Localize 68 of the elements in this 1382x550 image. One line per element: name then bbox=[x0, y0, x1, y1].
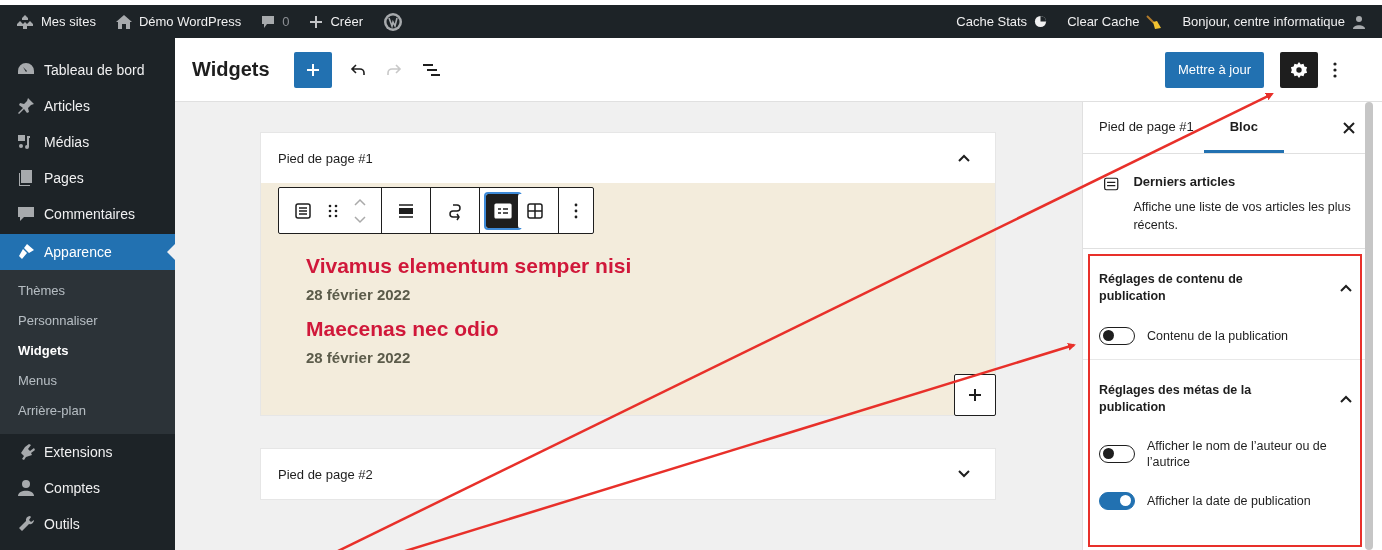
broom-icon bbox=[1146, 13, 1163, 30]
sidebar-item[interactable]: Comptes bbox=[0, 470, 175, 506]
sidebar-item[interactable]: Tableau de bord bbox=[0, 52, 175, 88]
toggle-switch[interactable] bbox=[1099, 492, 1135, 510]
submenu-item[interactable]: Widgets bbox=[0, 336, 175, 366]
admin-bar-link[interactable]: Bonjour, centre informatique bbox=[1182, 14, 1366, 29]
chevron-icon[interactable] bbox=[1339, 394, 1353, 404]
submenu-item[interactable]: Menus bbox=[0, 366, 175, 396]
post-date: 28 février 2022 bbox=[306, 349, 411, 366]
grid-icon bbox=[525, 200, 545, 221]
toggle-switch[interactable] bbox=[1099, 327, 1135, 345]
toggle-switch[interactable] bbox=[1099, 445, 1135, 463]
submenu-item[interactable]: Arrière-plan bbox=[0, 396, 175, 426]
user-icon bbox=[1352, 14, 1366, 29]
more-options-icon[interactable] bbox=[1332, 60, 1338, 79]
sites-icon bbox=[16, 14, 34, 29]
add-block-button[interactable] bbox=[954, 374, 996, 416]
post-title-link[interactable]: Maecenas nec odio bbox=[306, 317, 499, 341]
panel-tab[interactable]: Pied de page #1 bbox=[1089, 102, 1204, 153]
comment-icon bbox=[16, 204, 36, 224]
post-date: 28 février 2022 bbox=[306, 286, 411, 303]
chevron-icon[interactable] bbox=[1339, 283, 1353, 293]
update-button[interactable]: Mettre à jour bbox=[1165, 51, 1264, 88]
scrollbar[interactable] bbox=[1365, 102, 1373, 550]
admin-bar-link[interactable]: Créer bbox=[309, 14, 363, 29]
page-title: Widgets bbox=[192, 58, 270, 81]
admin-bar-link[interactable]: Mes sites bbox=[16, 14, 96, 29]
section-title[interactable]: Réglages des métas de la publication bbox=[1099, 382, 1289, 416]
admin-bar-link[interactable]: Démo WordPress bbox=[115, 14, 242, 29]
panel-tab[interactable]: Bloc bbox=[1203, 102, 1284, 153]
list-view-button[interactable] bbox=[486, 193, 520, 228]
list-icon[interactable] bbox=[293, 200, 313, 221]
user-icon bbox=[16, 478, 36, 498]
settings-icon bbox=[1290, 60, 1308, 79]
plus-icon bbox=[968, 388, 982, 402]
sidebar-item[interactable]: Extensions bbox=[0, 434, 175, 470]
admin-bar-link[interactable]: 0 bbox=[261, 14, 290, 29]
pie-chart-icon bbox=[1034, 15, 1048, 28]
widget-area-title: Pied de page #2 bbox=[278, 466, 373, 482]
block-name: Derniers articles bbox=[1133, 174, 1237, 189]
submenu-item[interactable]: Thèmes bbox=[0, 276, 175, 306]
chevron-icon[interactable] bbox=[957, 469, 971, 479]
admin-bar-link[interactable]: Cache Stats bbox=[956, 14, 1048, 29]
close-icon[interactable] bbox=[1343, 122, 1355, 134]
sidebar-item[interactable]: Commentaires bbox=[0, 196, 175, 232]
admin-bar-link[interactable]: Clear Cache bbox=[1067, 13, 1163, 30]
submenu-item[interactable]: Personnaliser bbox=[0, 306, 175, 336]
block-description: Affiche une liste de vos articles les plus récents. bbox=[1133, 199, 1351, 234]
toggle-label: Afficher la date de publication bbox=[1147, 493, 1311, 509]
sidebar-item[interactable]: Articles bbox=[0, 88, 175, 124]
chevron-icon[interactable] bbox=[957, 153, 971, 163]
pin-icon bbox=[16, 96, 36, 116]
plus-icon bbox=[309, 14, 324, 29]
plus-icon bbox=[304, 61, 321, 78]
sidebar-item[interactable]: Apparence bbox=[0, 234, 175, 270]
section-title[interactable]: Réglages de contenu de publication bbox=[1099, 271, 1289, 305]
widget-area-title: Pied de page #1 bbox=[278, 150, 373, 166]
home-icon bbox=[115, 14, 132, 29]
sidebar-item[interactable]: Médias bbox=[0, 124, 175, 160]
settings-button[interactable] bbox=[1280, 51, 1318, 88]
sidebar-item[interactable]: Outils bbox=[0, 506, 175, 542]
sidebar-item[interactable]: Pages bbox=[0, 160, 175, 196]
toggle-label: Afficher le nom de l’auteur ou de l’autrice bbox=[1147, 438, 1328, 470]
toggle-label: Contenu de la publication bbox=[1147, 328, 1289, 344]
more-options-icon[interactable] bbox=[573, 201, 579, 220]
list-icon bbox=[493, 200, 513, 221]
comment-icon bbox=[261, 14, 276, 29]
post-title-link[interactable]: Vivamus elementum semper nisi bbox=[306, 254, 632, 278]
